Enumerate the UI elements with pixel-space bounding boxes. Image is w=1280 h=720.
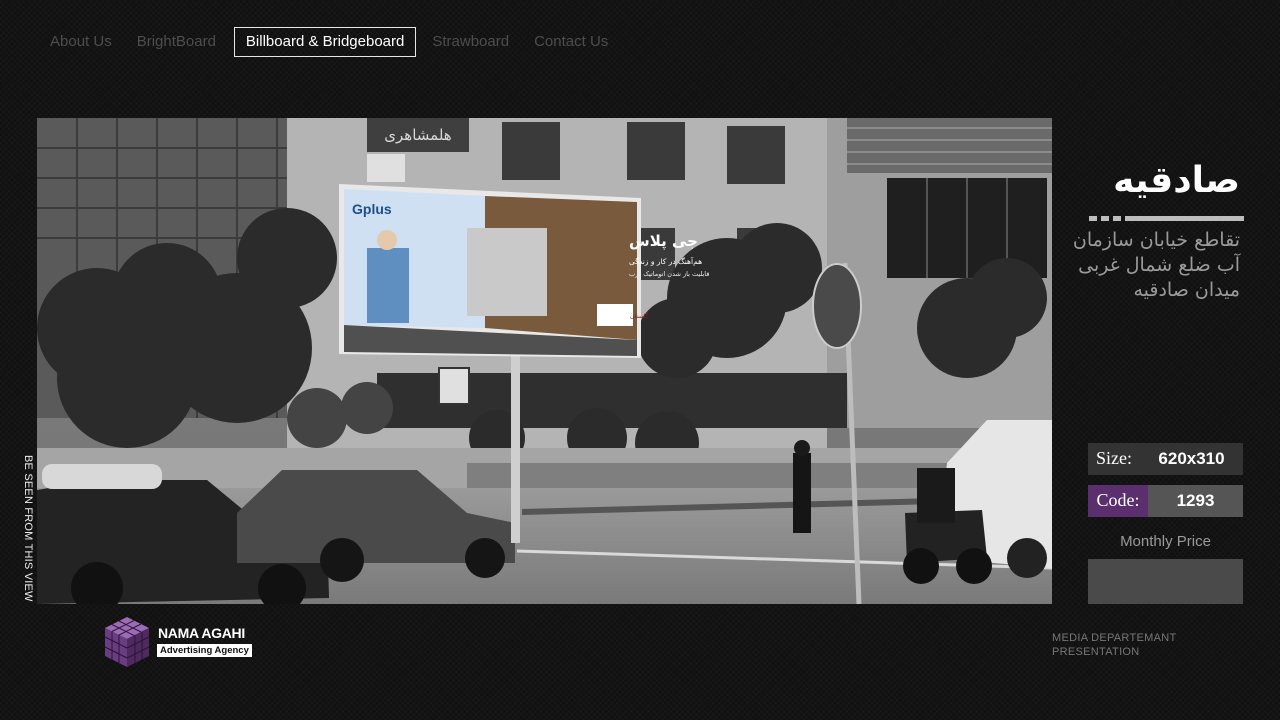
nama-agahi-logo[interactable]: NAMA AGAHI Advertising Agency	[103, 615, 253, 671]
logo-tagline: Advertising Agency	[157, 644, 252, 657]
nav-billboard-bridgeboard[interactable]: Billboard & Bridgeboard	[233, 27, 417, 57]
billboard-badge: گلستان	[630, 312, 648, 320]
view-caption: BE SEEN FROM THIS VIEW	[22, 455, 34, 602]
monthly-price-value	[1088, 559, 1243, 604]
code-label: Code:	[1088, 485, 1148, 517]
billboard-line1: هم‌آهنگ در کار و زندگی	[629, 256, 702, 266]
billboard-line2: قابلیت باز شدن اتوماتیک درب	[629, 270, 709, 278]
code-row: Code: 1293	[1088, 485, 1243, 517]
footer-note: MEDIA DEPARTEMANT PRESENTATION	[1052, 631, 1177, 659]
location-title: صادقیه	[1113, 160, 1240, 201]
building-sign-text: هلمشاهری	[384, 126, 452, 144]
address-line: آب ضلع شمال غربی	[1078, 254, 1240, 276]
nav-brightboard[interactable]: BrightBoard	[127, 28, 226, 56]
size-value: 620x310	[1140, 443, 1243, 475]
main-nav: About Us BrightBoard Billboard & Bridgeb…	[40, 27, 623, 57]
code-value: 1293	[1148, 485, 1243, 517]
title-underline	[1089, 216, 1244, 221]
size-label: Size:	[1088, 443, 1140, 475]
address-line: میدان صادقیه	[1133, 279, 1240, 301]
logo-name: NAMA AGAHI	[158, 625, 245, 641]
nav-strawboard[interactable]: Strawboard	[422, 28, 519, 56]
nav-contact-us[interactable]: Contact Us	[524, 28, 618, 56]
footer-note-line2: PRESENTATION	[1052, 646, 1140, 658]
billboard-headline: جی پلاس	[629, 232, 698, 251]
cube-logo-icon	[104, 617, 150, 667]
footer-note-line1: MEDIA DEPARTEMANT	[1052, 632, 1177, 644]
billboard-brand: Gplus	[352, 201, 392, 217]
billboard-location-photo: هلمشاهری	[37, 118, 1052, 604]
size-row: Size: 620x310	[1088, 443, 1243, 475]
monthly-price-label: Monthly Price	[1120, 533, 1211, 550]
location-address: تقاطع خیابان سازمان آب ضلع شمال غربی مید…	[1040, 228, 1240, 303]
street-scene: هلمشاهری	[37, 118, 1052, 604]
address-line: تقاطع خیابان سازمان	[1072, 229, 1240, 251]
nav-about-us[interactable]: About Us	[40, 28, 122, 56]
